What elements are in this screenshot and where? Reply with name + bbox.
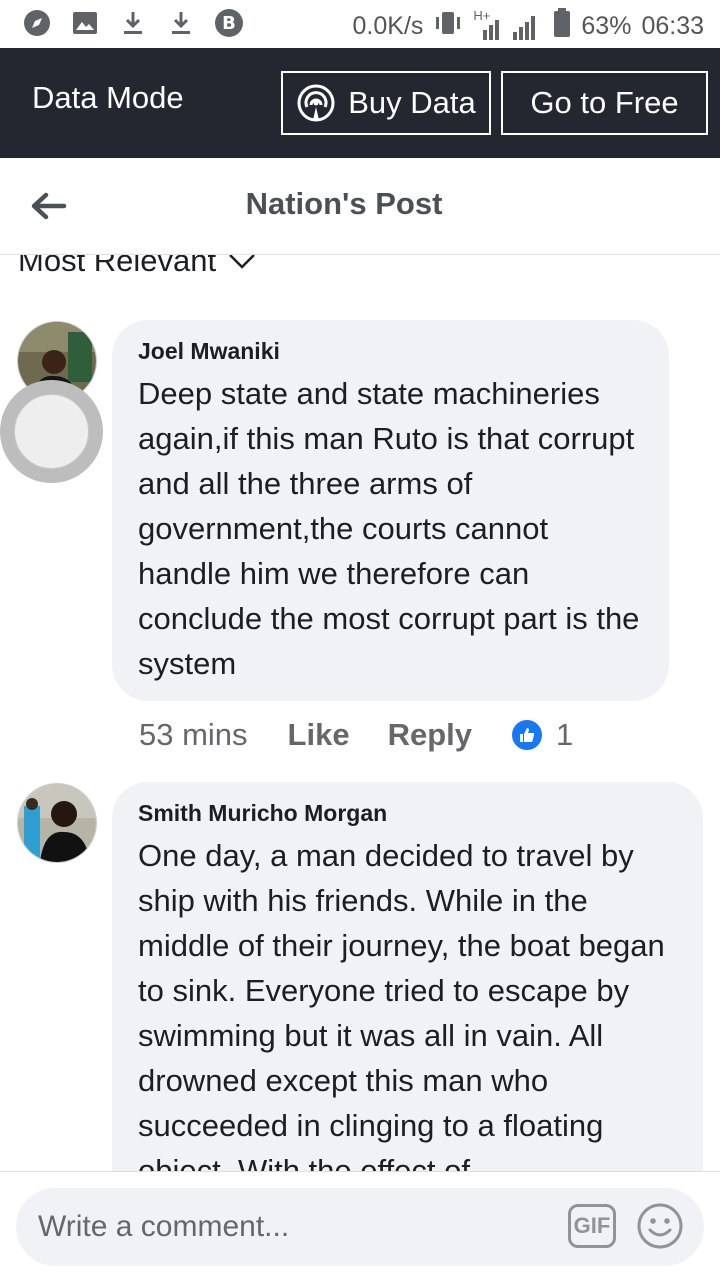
sort-dropdown[interactable]: Most Relevant xyxy=(18,255,256,279)
battery-percent: 63% xyxy=(581,12,632,40)
data-mode-bar: Data Mode Buy Data Go to Free xyxy=(0,48,720,158)
sort-label: Most Relevant xyxy=(18,255,217,278)
like-button[interactable]: Like xyxy=(288,717,350,753)
svg-text:B: B xyxy=(222,13,236,34)
data-mode-label: Data Mode xyxy=(32,80,184,115)
emoji-icon[interactable] xyxy=(636,1202,684,1250)
clock: 06:33 xyxy=(641,12,704,40)
thumbs-up-icon xyxy=(510,718,544,752)
download-icon xyxy=(166,8,196,38)
page-title: Nation's Post xyxy=(245,186,443,221)
signal-icon: H+ xyxy=(473,8,543,42)
vibrate-icon xyxy=(433,9,463,44)
image-icon xyxy=(70,8,100,38)
comment-author[interactable]: Joel Mwaniki xyxy=(138,338,643,365)
comment-actions: 53 mins Like Reply 1 xyxy=(139,717,573,753)
comment-input[interactable]: Write a comment... GIF xyxy=(16,1188,704,1266)
download-icon xyxy=(118,8,148,38)
broadcast-icon xyxy=(296,83,336,123)
comments-list[interactable]: Most Relevant Joel Mwaniki Deep state an… xyxy=(0,255,720,1171)
compass-icon xyxy=(22,8,52,38)
buy-data-button[interactable]: Buy Data xyxy=(281,71,491,135)
comment-author[interactable]: Smith Muricho Morgan xyxy=(138,800,677,827)
comment-time: 53 mins xyxy=(139,717,248,752)
status-bar: B 0.0K/s H+ 63% 06:33 xyxy=(0,0,720,48)
b-badge-icon: B xyxy=(214,8,244,38)
comment-placeholder: Write a comment... xyxy=(38,1210,290,1243)
comment-composer: Write a comment... GIF xyxy=(0,1171,720,1281)
battery-icon xyxy=(553,8,571,45)
chevron-down-icon xyxy=(228,255,256,270)
comment-bubble[interactable]: Smith Muricho Morgan One day, a man deci… xyxy=(112,782,703,1171)
comment-text: One day, a man decided to travel by ship… xyxy=(138,838,665,1171)
comment-text: Deep state and state machineries again,i… xyxy=(138,376,640,681)
profile-frame-ring xyxy=(0,380,103,483)
go-to-free-label: Go to Free xyxy=(530,85,679,120)
buy-data-label: Buy Data xyxy=(348,85,476,120)
reaction-count: 1 xyxy=(556,717,574,752)
avatar[interactable] xyxy=(17,783,97,863)
page-header: Nation's Post xyxy=(0,158,720,255)
network-speed: 0.0K/s xyxy=(352,12,424,40)
go-to-free-button[interactable]: Go to Free xyxy=(501,71,708,135)
reply-button[interactable]: Reply xyxy=(388,717,472,753)
comment-bubble[interactable]: Joel Mwaniki Deep state and state machin… xyxy=(112,320,669,701)
gif-button[interactable]: GIF xyxy=(568,1204,616,1248)
